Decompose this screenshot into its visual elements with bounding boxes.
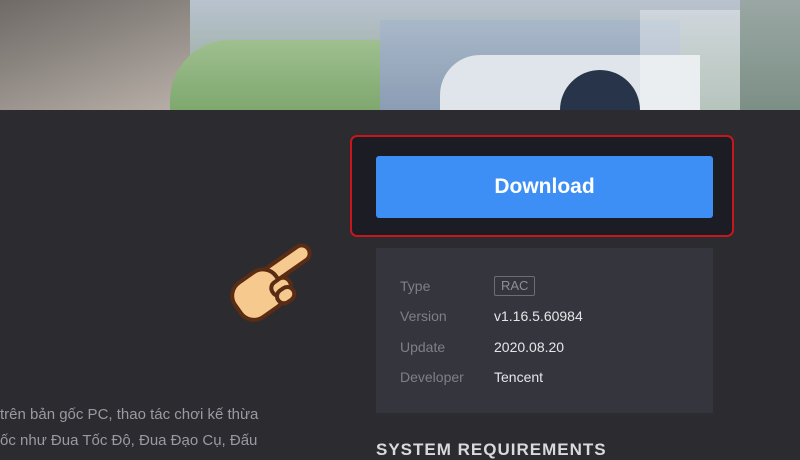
info-key: Developer bbox=[400, 369, 464, 385]
info-key: Version bbox=[400, 308, 447, 324]
game-description: trên bản gốc PC, thao tác chơi kế thừa ố… bbox=[0, 402, 340, 454]
app-info-card: Type RAC Version v1.16.5.60984 Update 20… bbox=[376, 248, 713, 413]
download-button[interactable]: Download bbox=[376, 156, 713, 218]
info-row-developer: Developer Tencent bbox=[400, 366, 543, 388]
game-banner-image bbox=[0, 0, 800, 110]
info-row-update: Update 2020.08.20 bbox=[400, 336, 564, 358]
info-row-version: Version v1.16.5.60984 bbox=[400, 305, 583, 327]
description-line: ốc như Đua Tốc Độ, Đua Đạo Cụ, Đấu bbox=[0, 432, 258, 449]
info-key: Update bbox=[400, 339, 446, 355]
description-line: trên bản gốc PC, thao tác chơi kế thừa bbox=[0, 406, 259, 423]
info-key: Type bbox=[400, 278, 431, 294]
pointing-hand-icon bbox=[230, 243, 312, 322]
system-requirements-heading: SYSTEM REQUIREMENTS bbox=[376, 440, 607, 459]
info-value: v1.16.5.60984 bbox=[494, 308, 583, 324]
info-value: 2020.08.20 bbox=[494, 339, 565, 355]
type-badge: RAC bbox=[494, 276, 536, 296]
info-row-type: Type RAC bbox=[400, 275, 536, 297]
info-value: Tencent bbox=[494, 369, 544, 385]
